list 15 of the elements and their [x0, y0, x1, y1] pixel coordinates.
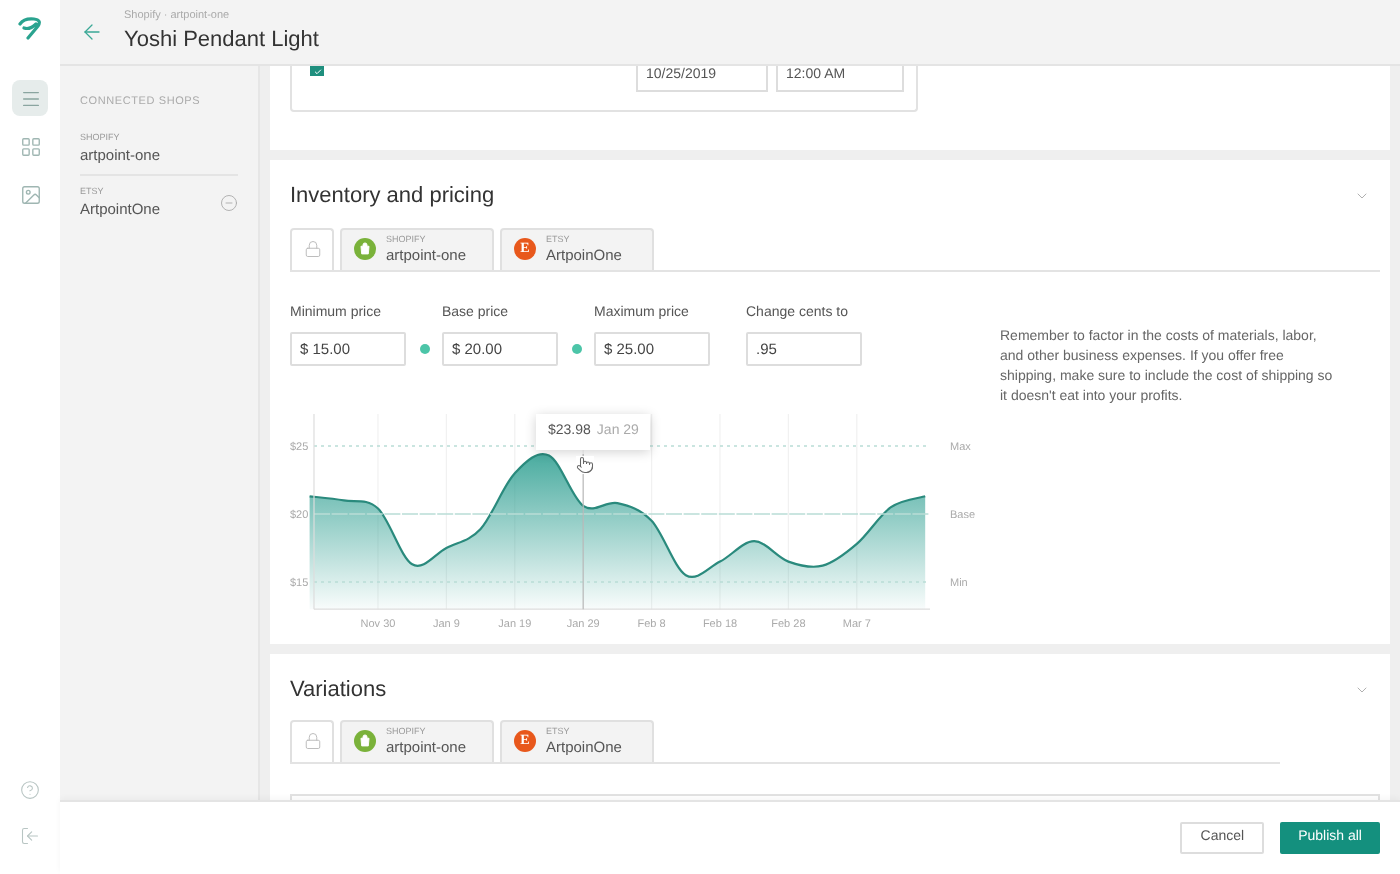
- logout-icon[interactable]: [20, 826, 40, 846]
- hand-cursor-icon: [576, 456, 594, 474]
- lock-tab[interactable]: [290, 227, 334, 269]
- logo-icon: [16, 16, 44, 40]
- section-title: Inventory and pricing: [290, 182, 495, 212]
- page-title: Yoshi Pendant Light: [124, 29, 319, 52]
- lock-icon: [303, 732, 321, 750]
- lock-tab[interactable]: [290, 719, 334, 761]
- lock-icon: [303, 240, 321, 258]
- menu-icon[interactable]: [12, 80, 48, 116]
- help-icon[interactable]: [20, 780, 40, 800]
- section-title: Variations: [290, 676, 387, 706]
- remove-icon[interactable]: [220, 193, 238, 212]
- back-icon[interactable]: [80, 20, 104, 44]
- checkbox[interactable]: [310, 66, 324, 76]
